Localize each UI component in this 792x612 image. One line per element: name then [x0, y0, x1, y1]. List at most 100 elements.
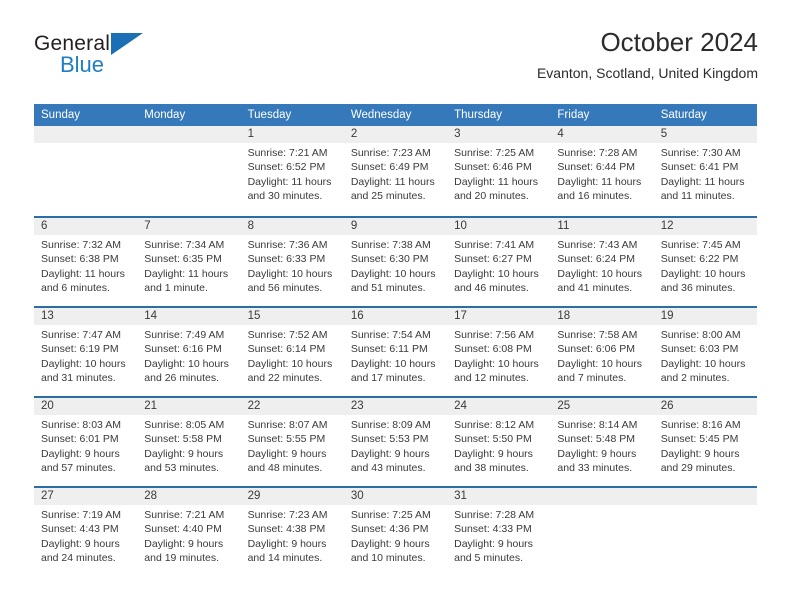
day-number[interactable]: 5: [654, 126, 757, 143]
day-cell[interactable]: Sunrise: 8:07 AM Sunset: 5:55 PM Daylight:…: [241, 415, 344, 488]
daylight-text: Daylight: 11 hours and 30 minutes.: [247, 175, 332, 202]
sunrise-text: Sunrise: 7:49 AM: [144, 329, 225, 341]
day-cell[interactable]: Sunrise: 7:34 AM Sunset: 6:35 PM Daylight:…: [137, 235, 240, 308]
day-cell[interactable]: Sunrise: 8:00 AM Sunset: 6:03 PM Daylight:…: [654, 325, 757, 398]
daylight-text: Daylight: 10 hours and 12 minutes.: [454, 357, 539, 384]
day-number[interactable]: 2: [344, 126, 447, 143]
day-number[interactable]: 21: [137, 398, 240, 415]
day-cell[interactable]: Sunrise: 8:12 AM Sunset: 5:50 PM Daylight:…: [447, 415, 550, 488]
day-cell[interactable]: Sunrise: 7:32 AM Sunset: 6:38 PM Daylight:…: [34, 235, 137, 308]
sunset-text: Sunset: 6:01 PM: [41, 433, 119, 446]
day-number[interactable]: 15: [241, 308, 344, 325]
day-cell[interactable]: Sunrise: 7:36 AM Sunset: 6:33 PM Daylight:…: [241, 235, 344, 308]
calendar-week-row: 6 7 8 9 10 11 12 Sunrise: 7:32 AM Sunset: 6:38 P…: [34, 216, 757, 308]
sunset-text: Sunset: 5:58 PM: [144, 433, 222, 446]
day-number[interactable]: 12: [654, 218, 757, 235]
daylight-text: Daylight: 9 hours and 10 minutes.: [350, 537, 430, 564]
day-cell[interactable]: Sunrise: 7:43 AM Sunset: 6:24 PM Daylight:…: [550, 235, 653, 308]
day-cell[interactable]: Sunrise: 7:58 AM Sunset: 6:06 PM Daylight:…: [550, 325, 653, 398]
day-cell[interactable]: Sunrise: 7:25 AM Sunset: 4:36 PM Daylight:…: [344, 505, 447, 578]
sunset-text: Sunset: 6:27 PM: [454, 253, 532, 266]
sunrise-text: Sunrise: 7:21 AM: [144, 509, 225, 521]
day-cell[interactable]: Sunrise: 7:52 AM Sunset: 6:14 PM Daylight:…: [241, 325, 344, 398]
week-day-number-band: 6 7 8 9 10 11 12: [34, 218, 757, 235]
sunset-text: Sunset: 6:14 PM: [247, 343, 326, 356]
daylight-text: Daylight: 10 hours and 46 minutes.: [454, 267, 539, 294]
sunrise-text: Sunrise: 8:03 AM: [41, 419, 121, 431]
sunrise-text: Sunrise: 7:23 AM: [247, 509, 328, 521]
day-number[interactable]: 23: [344, 398, 447, 415]
day-number[interactable]: 4: [550, 126, 653, 143]
day-cell[interactable]: Sunrise: 7:54 AM Sunset: 6:11 PM Daylight:…: [344, 325, 447, 398]
day-cell[interactable]: Sunrise: 7:30 AM Sunset: 6:41 PM Daylight:…: [654, 143, 757, 216]
sunrise-text: Sunrise: 7:28 AM: [557, 147, 638, 159]
general-blue-logo[interactable]: General Blue: [34, 32, 234, 92]
sunrise-text: Sunrise: 7:32 AM: [41, 239, 121, 251]
day-number[interactable]: 19: [654, 308, 757, 325]
day-cell[interactable]: Sunrise: 7:45 AM Sunset: 6:22 PM Daylight:…: [654, 235, 757, 308]
day-header-sunday: Sunday: [41, 109, 81, 121]
day-cell[interactable]: Sunrise: 8:09 AM Sunset: 5:53 PM Daylight:…: [344, 415, 447, 488]
day-cell-empty: [137, 143, 240, 216]
day-number[interactable]: 10: [447, 218, 550, 235]
day-cell[interactable]: Sunrise: 7:49 AM Sunset: 6:16 PM Daylight:…: [137, 325, 240, 398]
sunset-text: Sunset: 4:38 PM: [247, 523, 326, 536]
day-number[interactable]: 25: [550, 398, 653, 415]
daylight-text: Daylight: 9 hours and 33 minutes.: [557, 447, 637, 474]
day-cell[interactable]: Sunrise: 7:25 AM Sunset: 6:46 PM Daylight:…: [447, 143, 550, 216]
sunset-text: Sunset: 6:35 PM: [144, 253, 222, 266]
sunset-text: Sunset: 6:11 PM: [350, 343, 428, 356]
day-cell[interactable]: Sunrise: 8:14 AM Sunset: 5:48 PM Daylight:…: [550, 415, 653, 488]
day-cell[interactable]: Sunrise: 7:23 AM Sunset: 6:49 PM Daylight:…: [344, 143, 447, 216]
day-number[interactable]: 13: [34, 308, 137, 325]
page-header: General Blue October 2024 Evanton, Scotl…: [34, 28, 758, 100]
page-title: October 2024: [600, 27, 758, 57]
day-cell[interactable]: Sunrise: 7:28 AM Sunset: 4:33 PM Daylight:…: [447, 505, 550, 578]
sunrise-text: Sunrise: 7:47 AM: [41, 329, 121, 341]
day-number[interactable]: 22: [241, 398, 344, 415]
day-number[interactable]: 3: [447, 126, 550, 143]
day-number-empty: [137, 126, 240, 143]
day-number-empty: [550, 488, 653, 505]
week-detail-band: Sunrise: 7:47 AM Sunset: 6:19 PM Daylight:…: [34, 325, 757, 398]
day-number[interactable]: 17: [447, 308, 550, 325]
daylight-text: Daylight: 9 hours and 43 minutes.: [350, 447, 430, 474]
day-number[interactable]: 1: [241, 126, 344, 143]
day-number[interactable]: 29: [241, 488, 344, 505]
day-cell[interactable]: Sunrise: 7:21 AM Sunset: 6:52 PM Daylight:…: [241, 143, 344, 216]
day-number[interactable]: 26: [654, 398, 757, 415]
day-number[interactable]: 9: [344, 218, 447, 235]
day-number[interactable]: 8: [241, 218, 344, 235]
sunset-text: Sunset: 4:36 PM: [350, 523, 429, 536]
day-cell[interactable]: Sunrise: 7:28 AM Sunset: 6:44 PM Daylight:…: [550, 143, 653, 216]
day-number[interactable]: 28: [137, 488, 240, 505]
day-number[interactable]: 30: [344, 488, 447, 505]
day-cell[interactable]: Sunrise: 7:56 AM Sunset: 6:08 PM Daylight:…: [447, 325, 550, 398]
day-number[interactable]: 14: [137, 308, 240, 325]
day-header-wednesday: Wednesday: [350, 109, 412, 121]
day-cell[interactable]: Sunrise: 8:03 AM Sunset: 6:01 PM Daylight:…: [34, 415, 137, 488]
day-number[interactable]: 6: [34, 218, 137, 235]
sunrise-text: Sunrise: 7:25 AM: [454, 147, 535, 159]
daylight-text: Daylight: 11 hours and 25 minutes.: [350, 175, 435, 202]
day-cell[interactable]: Sunrise: 7:23 AM Sunset: 4:38 PM Daylight:…: [241, 505, 344, 578]
day-number[interactable]: 7: [137, 218, 240, 235]
day-number[interactable]: 16: [344, 308, 447, 325]
day-number[interactable]: 24: [447, 398, 550, 415]
day-cell[interactable]: Sunrise: 7:47 AM Sunset: 6:19 PM Daylight:…: [34, 325, 137, 398]
daylight-text: Daylight: 10 hours and 56 minutes.: [247, 267, 333, 294]
day-cell[interactable]: Sunrise: 8:05 AM Sunset: 5:58 PM Daylight:…: [137, 415, 240, 488]
day-cell[interactable]: Sunrise: 8:16 AM Sunset: 5:45 PM Daylight:…: [654, 415, 757, 488]
day-number[interactable]: 27: [34, 488, 137, 505]
day-number[interactable]: 18: [550, 308, 653, 325]
day-cell[interactable]: Sunrise: 7:38 AM Sunset: 6:30 PM Daylight:…: [344, 235, 447, 308]
day-number[interactable]: 20: [34, 398, 137, 415]
day-number[interactable]: 31: [447, 488, 550, 505]
day-cell[interactable]: Sunrise: 7:19 AM Sunset: 4:43 PM Daylight:…: [34, 505, 137, 578]
daylight-text: Daylight: 10 hours and 26 minutes.: [144, 357, 229, 384]
day-number[interactable]: 11: [550, 218, 653, 235]
day-cell[interactable]: Sunrise: 7:41 AM Sunset: 6:27 PM Daylight:…: [447, 235, 550, 308]
day-cell[interactable]: Sunrise: 7:21 AM Sunset: 4:40 PM Daylight:…: [137, 505, 240, 578]
daylight-text: Daylight: 9 hours and 5 minutes.: [454, 537, 533, 564]
sunrise-text: Sunrise: 7:25 AM: [350, 509, 431, 521]
